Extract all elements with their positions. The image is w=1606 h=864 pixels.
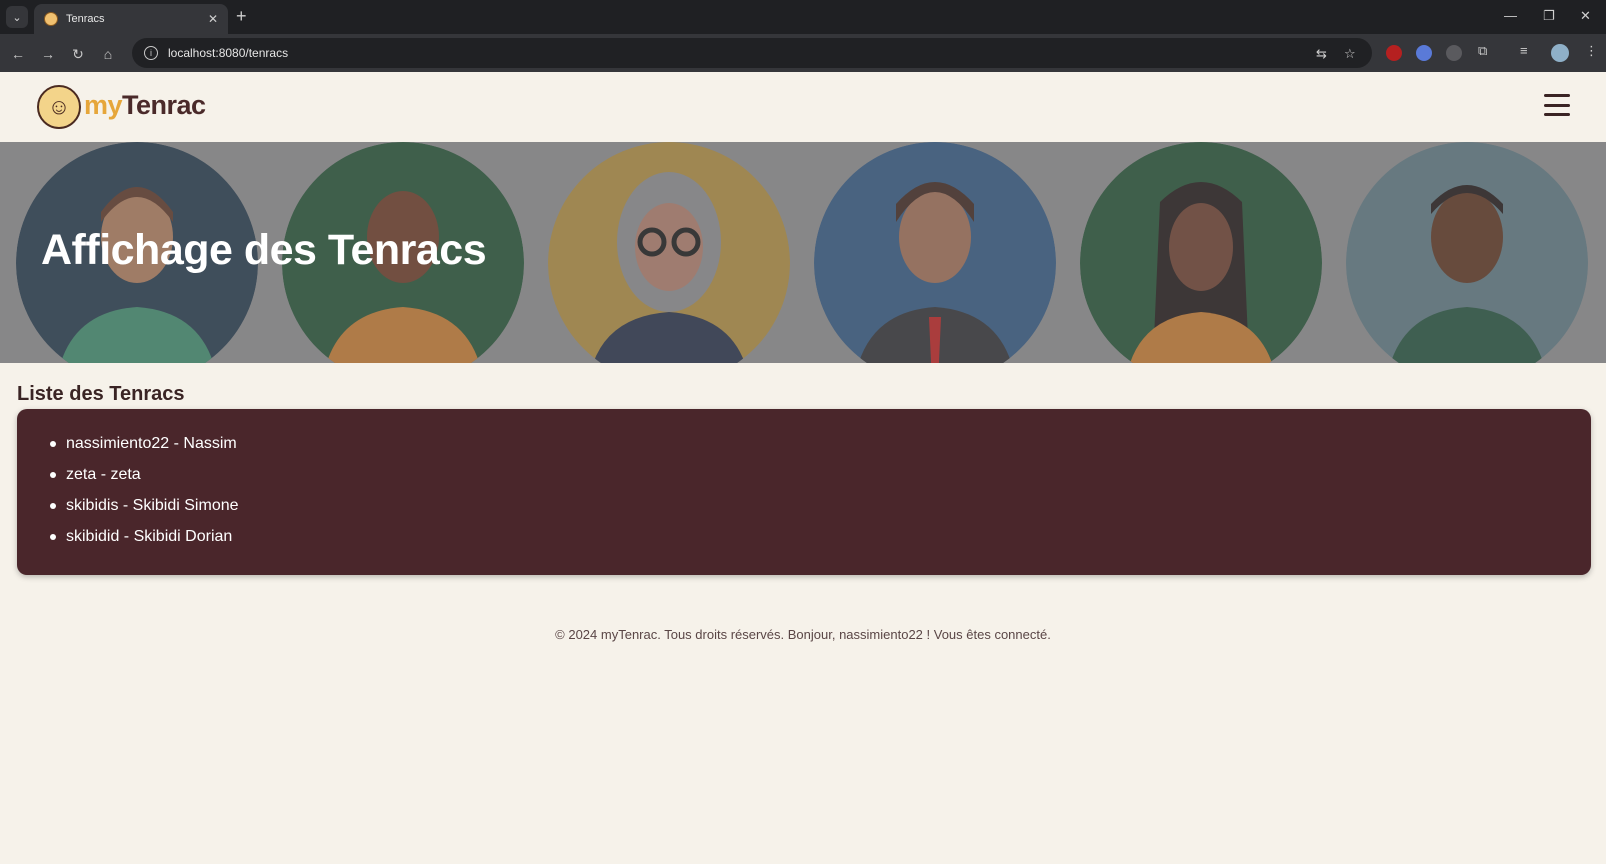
minimize-icon[interactable]: — [1504, 8, 1517, 23]
back-icon[interactable]: ← [7, 43, 29, 65]
section-title: Liste des Tenracs [17, 383, 185, 405]
home-icon[interactable]: ⌂ [97, 43, 119, 65]
hero-banner: Affichage des Tenracs [0, 142, 1606, 363]
favicon-icon [44, 12, 58, 26]
extension-icon[interactable] [1416, 45, 1432, 61]
browser-toolbar: ← → ↻ ⌂ i localhost:8080/tenracs ⇆ ☆ ⧉ ≡… [0, 34, 1606, 72]
menu-kebab-icon[interactable]: ⋮ [1585, 43, 1598, 59]
close-window-icon[interactable]: ✕ [1580, 8, 1591, 24]
media-controls-icon[interactable]: ≡ [1520, 43, 1528, 58]
ublock-extension-icon[interactable] [1386, 45, 1402, 61]
list-item: skibidid - Skibidi Dorian [50, 526, 1591, 557]
extension-icon[interactable] [1446, 45, 1462, 61]
tenrac-list: nassimiento22 - Nassim zeta - zeta skibi… [50, 433, 1591, 557]
logo-tenrac: Tenrac [122, 90, 206, 120]
site-info-icon[interactable]: i [144, 46, 158, 60]
tenrac-list-panel: nassimiento22 - Nassim zeta - zeta skibi… [17, 409, 1591, 575]
site-header: ☺ myTenrac [0, 72, 1606, 142]
logo-icon[interactable]: ☺ [37, 85, 81, 129]
footer-text: © 2024 myTenrac. Tous droits réservés. B… [555, 627, 1051, 642]
logo-text[interactable]: myTenrac [84, 90, 206, 121]
list-item: skibidis - Skibidi Simone [50, 495, 1591, 526]
new-tab-icon[interactable]: + [236, 6, 247, 26]
list-item: zeta - zeta [50, 464, 1591, 495]
browser-tabbar: ⌄ Tenracs ✕ + — ❐ ✕ [0, 0, 1606, 34]
list-item: nassimiento22 - Nassim [50, 433, 1591, 464]
restore-icon[interactable]: ❐ [1543, 8, 1555, 24]
forward-icon[interactable]: → [37, 43, 59, 65]
extensions-puzzle-icon[interactable]: ⧉ [1478, 43, 1487, 59]
bookmark-star-icon[interactable]: ☆ [1344, 46, 1356, 62]
tab-close-icon[interactable]: ✕ [208, 12, 218, 26]
hamburger-menu-icon[interactable] [1544, 94, 1570, 116]
page-title: Affichage des Tenracs [41, 226, 487, 274]
url-text: localhost:8080/tenracs [168, 46, 289, 60]
profile-avatar-icon[interactable] [1551, 44, 1569, 62]
logo-my: my [84, 90, 123, 120]
address-bar[interactable]: i localhost:8080/tenracs ⇆ ☆ [132, 38, 1372, 68]
tab-title: Tenracs [66, 13, 105, 25]
reload-icon[interactable]: ↻ [67, 43, 89, 65]
translate-icon[interactable]: ⇆ [1316, 46, 1327, 62]
browser-tab[interactable]: Tenracs ✕ [34, 4, 228, 34]
tab-search-icon[interactable]: ⌄ [6, 6, 28, 28]
